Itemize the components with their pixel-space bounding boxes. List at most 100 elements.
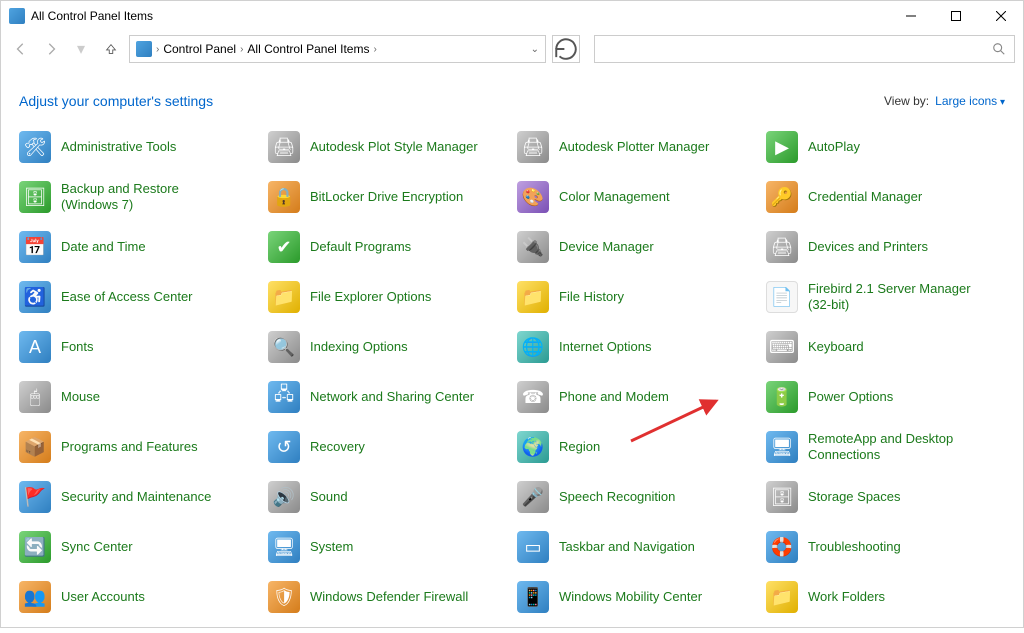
cpl-item-label: File History — [559, 289, 624, 305]
cpl-item-icon: ↺ — [268, 431, 300, 463]
cpl-item[interactable]: ♿Ease of Access Center — [19, 279, 258, 315]
cpl-item-label: RemoteApp and Desktop Connections — [808, 431, 978, 464]
cpl-item[interactable]: 🔒 BitLocker Drive Encryption — [268, 179, 507, 215]
cpl-item[interactable]: 🗄Backup and Restore (Windows 7) — [19, 179, 258, 215]
cpl-item[interactable]: 🔍Indexing Options — [268, 329, 507, 365]
cpl-item-label: Windows Defender Firewall — [310, 589, 468, 605]
items-grid: 🛠Administrative Tools 🖨Autodesk Plot Styl… — [1, 119, 1023, 633]
cpl-item-label: Autodesk Plotter Manager — [559, 139, 709, 155]
cpl-item[interactable]: 🌍Region — [517, 429, 756, 465]
cpl-item[interactable]: 🖥 RemoteApp and Desktop Connections — [766, 429, 1005, 465]
cpl-item[interactable]: 🔑Credential Manager — [766, 179, 1005, 215]
maximize-button[interactable] — [933, 1, 978, 31]
cpl-item[interactable]: ✔ Default Programs — [268, 229, 507, 265]
minimize-button[interactable] — [888, 1, 933, 31]
cpl-item[interactable]: ☎Phone and Modem — [517, 379, 756, 415]
cpl-item[interactable]: 🖨Devices and Printers — [766, 229, 1005, 265]
cpl-item-icon: ☎ — [517, 381, 549, 413]
cpl-item[interactable]: 🖥System — [268, 529, 507, 565]
cpl-item-icon: 📄 — [766, 281, 798, 313]
cpl-item[interactable]: 🗄 Storage Spaces — [766, 479, 1005, 515]
cpl-item-label: Mouse — [61, 389, 100, 405]
cpl-item[interactable]: 🖨Autodesk Plotter Manager — [517, 129, 756, 165]
cpl-item-icon: A — [19, 331, 51, 363]
cpl-item[interactable]: 📱Windows Mobility Center — [517, 579, 756, 615]
cpl-item-label: Speech Recognition — [559, 489, 675, 505]
forward-button[interactable] — [39, 37, 63, 61]
cpl-item-label: BitLocker Drive Encryption — [310, 189, 463, 205]
cpl-item[interactable]: 📁 File Explorer Options — [268, 279, 507, 315]
cpl-item-label: File Explorer Options — [310, 289, 431, 305]
up-button[interactable] — [99, 37, 123, 61]
cpl-item[interactable]: 🔄Sync Center — [19, 529, 258, 565]
cpl-item[interactable]: 📄Firebird 2.1 Server Manager (32-bit) — [766, 279, 1005, 315]
close-button[interactable] — [978, 1, 1023, 31]
cpl-item[interactable]: 🚩Security and Maintenance — [19, 479, 258, 515]
cpl-item-icon: 🎨 — [517, 181, 549, 213]
back-button[interactable] — [9, 37, 33, 61]
cpl-item-icon: 📅 — [19, 231, 51, 263]
cpl-item-label: Sound — [310, 489, 348, 505]
cpl-item[interactable]: ▶AutoPlay — [766, 129, 1005, 165]
cpl-item[interactable]: 🔌 Device Manager — [517, 229, 756, 265]
cpl-item[interactable]: 🛡Windows Defender Firewall — [268, 579, 507, 615]
cpl-item[interactable]: 🖱 Mouse — [19, 379, 258, 415]
cpl-item-icon: 📦 — [19, 431, 51, 463]
cpl-item-icon: 🖥 — [766, 431, 798, 463]
app-icon — [9, 8, 25, 24]
control-panel-icon — [136, 41, 152, 57]
cpl-item[interactable]: 🛟Troubleshooting — [766, 529, 1005, 565]
cpl-item-label: Region — [559, 439, 600, 455]
chevron-down-icon[interactable]: ⌄ — [531, 44, 539, 55]
cpl-item[interactable]: 🛠Administrative Tools — [19, 129, 258, 165]
cpl-item[interactable]: 🔊Sound — [268, 479, 507, 515]
cpl-item[interactable]: 🎨Color Management — [517, 179, 756, 215]
cpl-item-icon: 🗄 — [766, 481, 798, 513]
cpl-item-icon: 🖨 — [268, 131, 300, 163]
cpl-item-icon: 🛠 — [19, 131, 51, 163]
window-title: All Control Panel Items — [31, 9, 888, 23]
cpl-item[interactable]: 📦Programs and Features — [19, 429, 258, 465]
cpl-item-icon: 🔌 — [517, 231, 549, 263]
address-bar[interactable]: › Control Panel › All Control Panel Item… — [129, 35, 546, 63]
cpl-item-label: Storage Spaces — [808, 489, 901, 505]
cpl-item-icon: 🔒 — [268, 181, 300, 213]
cpl-item[interactable]: 📁Work Folders — [766, 579, 1005, 615]
cpl-item[interactable]: ▭Taskbar and Navigation — [517, 529, 756, 565]
cpl-item-label: Security and Maintenance — [61, 489, 211, 505]
cpl-item[interactable]: 🖧Network and Sharing Center — [268, 379, 507, 415]
cpl-item[interactable]: 📁File History — [517, 279, 756, 315]
refresh-button[interactable] — [552, 35, 580, 63]
cpl-item-label: Date and Time — [61, 239, 146, 255]
viewby-label: View by: — [884, 94, 929, 108]
cpl-item-label: Network and Sharing Center — [310, 389, 474, 405]
cpl-item-icon: 🔑 — [766, 181, 798, 213]
chevron-right-icon: › — [373, 44, 376, 55]
cpl-item[interactable]: 👥User Accounts — [19, 579, 258, 615]
search-input[interactable] — [594, 35, 1015, 63]
page-title: Adjust your computer's settings — [19, 93, 884, 109]
cpl-item[interactable]: ⌨Keyboard — [766, 329, 1005, 365]
breadcrumb-root[interactable]: Control Panel — [163, 42, 236, 56]
cpl-item-label: Power Options — [808, 389, 893, 405]
cpl-item[interactable]: 🖨Autodesk Plot Style Manager — [268, 129, 507, 165]
cpl-item-icon: 🗄 — [19, 181, 51, 213]
cpl-item-icon: 🖱 — [19, 381, 51, 413]
cpl-item[interactable]: 🌐Internet Options — [517, 329, 756, 365]
cpl-item-label: Device Manager — [559, 239, 654, 255]
recent-dropdown[interactable]: ▾ — [69, 37, 93, 61]
cpl-item-label: Sync Center — [61, 539, 133, 555]
viewby-dropdown[interactable]: Large icons — [935, 94, 1005, 108]
cpl-item[interactable]: 🎤Speech Recognition — [517, 479, 756, 515]
cpl-item-label: Fonts — [61, 339, 94, 355]
cpl-item-label: Default Programs — [310, 239, 411, 255]
cpl-item[interactable]: 📅 Date and Time — [19, 229, 258, 265]
breadcrumb-current[interactable]: All Control Panel Items — [247, 42, 369, 56]
cpl-item[interactable]: A Fonts — [19, 329, 258, 365]
cpl-item-icon: ✔ — [268, 231, 300, 263]
chevron-right-icon: › — [156, 44, 159, 55]
cpl-item-icon: 📁 — [268, 281, 300, 313]
cpl-item[interactable]: ↺Recovery — [268, 429, 507, 465]
cpl-item-icon: 📱 — [517, 581, 549, 613]
cpl-item[interactable]: 🔋Power Options — [766, 379, 1005, 415]
